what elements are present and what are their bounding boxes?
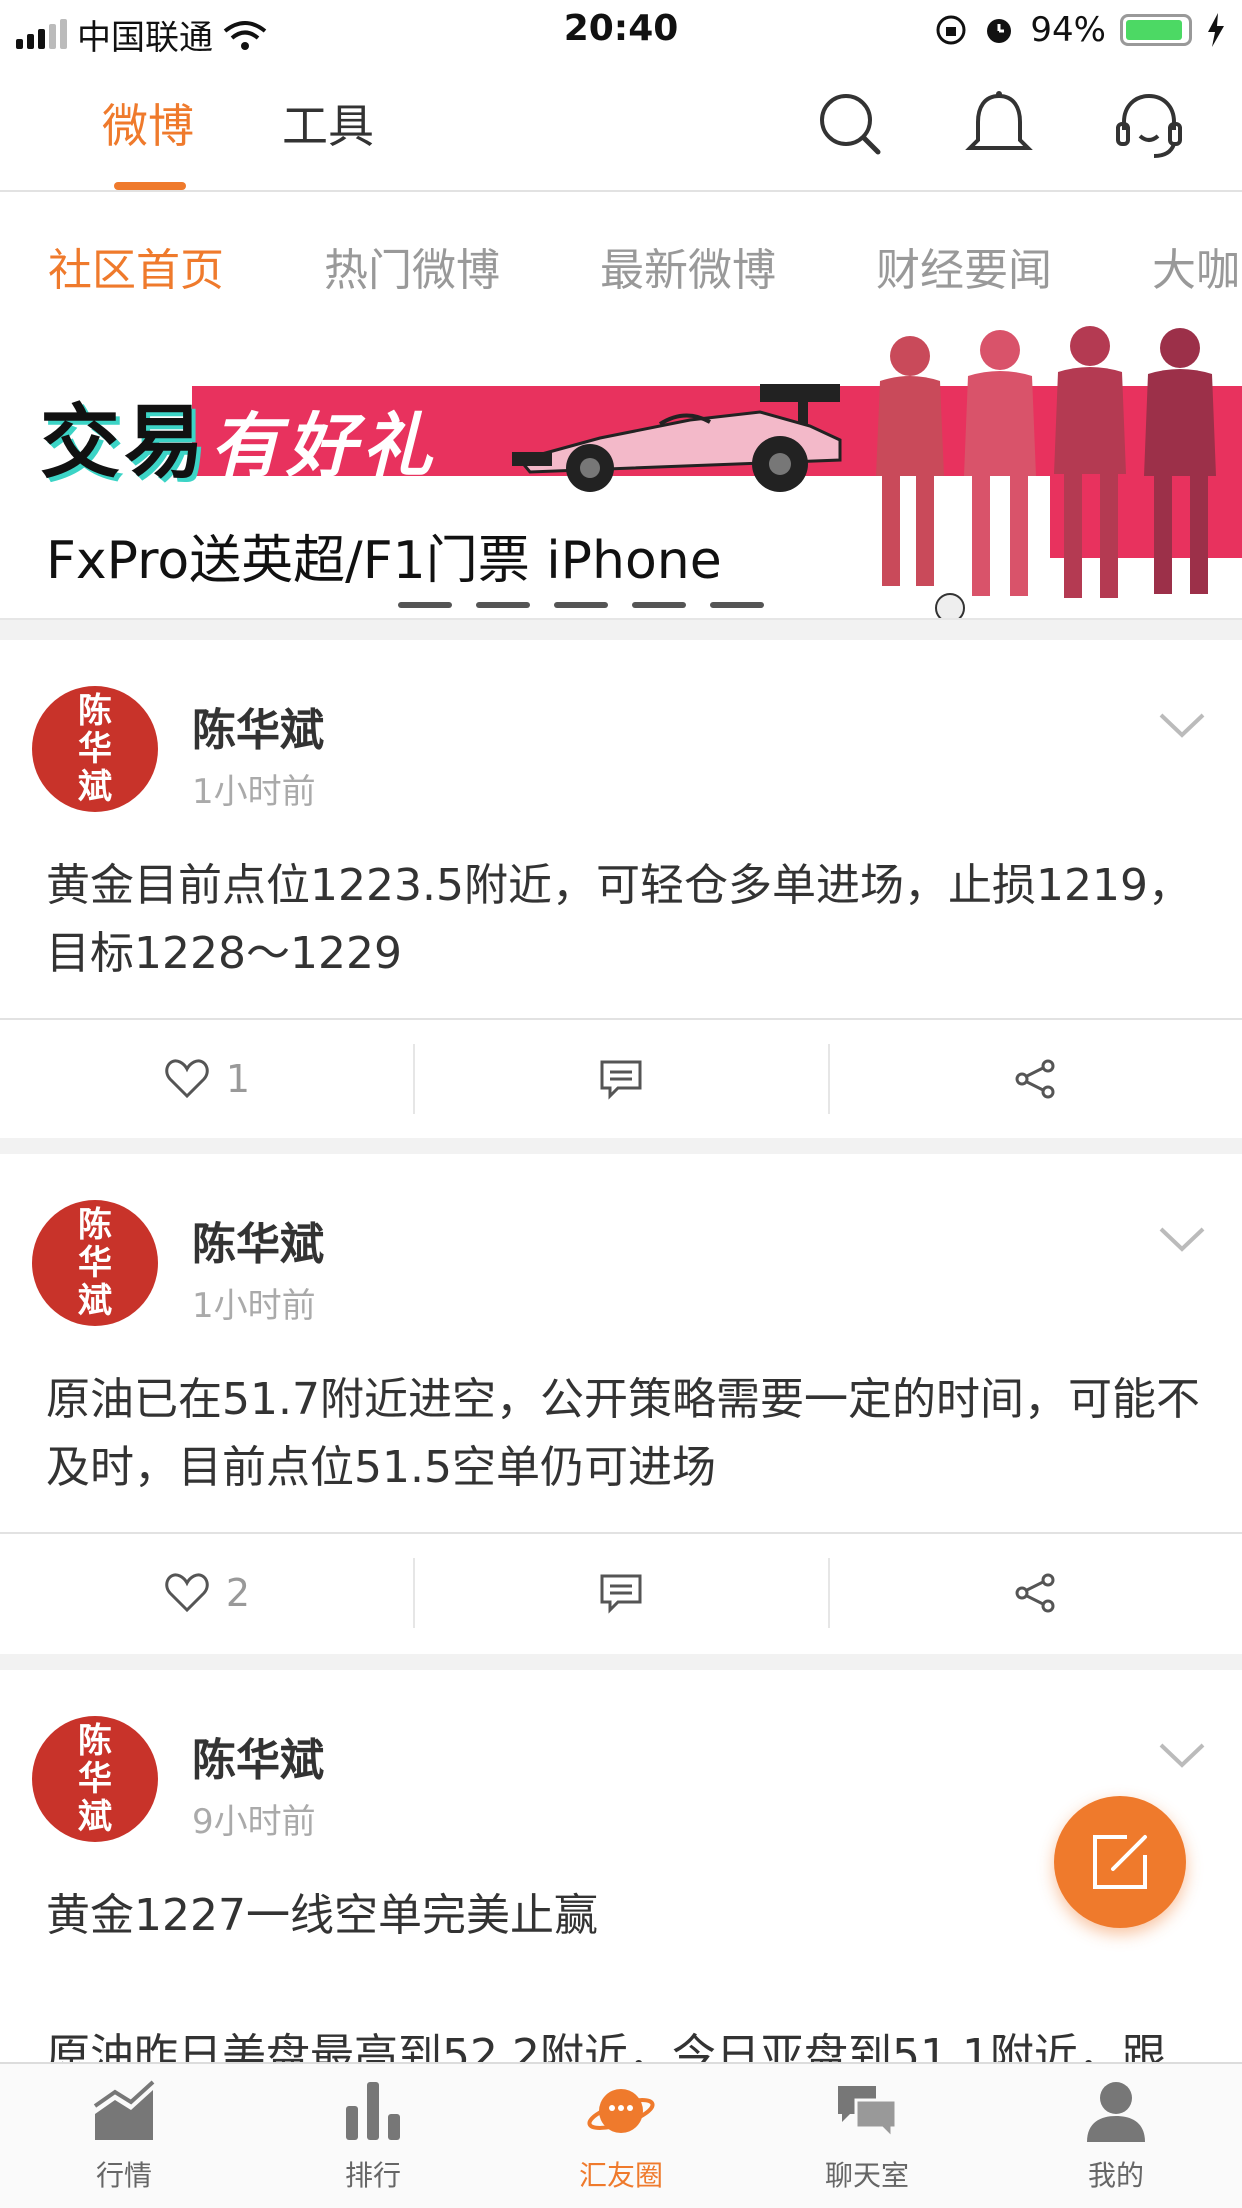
tab-weibo[interactable]: 微博 [102, 90, 194, 156]
chevron-down-icon[interactable] [1158, 710, 1206, 740]
chevron-down-icon[interactable] [1158, 1224, 1206, 1254]
banner-caption: FxPro送英超/F1门票 iPhone [46, 531, 722, 591]
promo-banner[interactable]: 交易 有好礼 FxPro送英超/F1门票 iPhone [0, 318, 1242, 620]
tabbar-label: 我的 [1087, 2159, 1144, 2192]
subtab-hot-weibo[interactable]: 热门微博 [324, 234, 500, 298]
battery-percent: 94% [1030, 10, 1106, 50]
post-content: 黄金目前点位1223.5附近，可轻仓多单进场，止损1219，目标1228～122… [46, 860, 1192, 979]
status-bar: 中国联通 20:40 94% [0, 0, 1242, 60]
section-gap [0, 1138, 1242, 1154]
tabbar-label: 汇友圈 [578, 2159, 663, 2192]
comment-icon [600, 1574, 642, 1614]
tab-tools[interactable]: 工具 [282, 90, 374, 156]
avatar-text: 陈华斌 [78, 691, 112, 807]
carousel-dot[interactable] [398, 602, 452, 608]
top-nav: 微博 工具 [0, 60, 1242, 192]
tabbar-label: 聊天室 [824, 2159, 909, 2192]
post-card[interactable]: 陈华斌 陈华斌 1小时前 黄金目前点位1223.5附近，可轻仓多单进场，止损12… [0, 640, 1242, 1138]
post-author[interactable]: 陈华斌 [192, 1208, 324, 1272]
post-actions: 2 [0, 1534, 1242, 1652]
sub-tabs: 社区首页 热门微博 最新微博 财经要闻 大咖 [0, 194, 1242, 314]
comment-button[interactable] [414, 1534, 828, 1652]
banner-logo: 交易 [40, 396, 208, 489]
tabbar-label: 排行 [344, 2159, 401, 2192]
active-tab-indicator [114, 182, 186, 190]
subtab-big-shots[interactable]: 大咖 [1152, 234, 1240, 298]
post-card[interactable]: 陈华斌 陈华斌 1小时前 原油已在51.7附近进空，公开策略需要一定的时间，可能… [0, 1154, 1242, 1654]
avatar-text: 陈华斌 [78, 1721, 112, 1837]
alarm-icon [987, 19, 1012, 43]
post-actions: 1 [0, 1020, 1242, 1138]
post-time: 1小时前 [192, 772, 316, 812]
ranking-bars-icon [346, 2082, 400, 2140]
like-button[interactable]: 1 [0, 1020, 414, 1138]
subtab-latest-weibo[interactable]: 最新微博 [600, 234, 776, 298]
carousel-dot[interactable] [554, 602, 608, 608]
comment-icon [600, 1060, 642, 1100]
post-time: 1小时前 [192, 1286, 316, 1326]
section-gap [0, 1654, 1242, 1670]
bell-icon[interactable] [964, 90, 1034, 160]
post-content: 黄金1227一线空单完美止赢 [46, 1890, 598, 1941]
avatar[interactable]: 陈华斌 [32, 1716, 158, 1842]
tabbar-item-forex-circle[interactable]: 汇友圈 [541, 2076, 701, 2206]
search-icon[interactable] [816, 90, 886, 160]
carousel-dot[interactable] [632, 602, 686, 608]
football-players-illustration [876, 326, 1216, 618]
share-button[interactable] [828, 1020, 1242, 1138]
heart-icon [165, 1059, 209, 1099]
tabbar-item-market[interactable]: 行情 [44, 2076, 204, 2206]
avatar[interactable]: 陈华斌 [32, 686, 158, 812]
compose-button[interactable] [1054, 1796, 1186, 1928]
share-button[interactable] [828, 1534, 1242, 1652]
share-icon [1015, 1059, 1055, 1099]
heart-icon [165, 1573, 209, 1613]
like-count: 2 [225, 1571, 251, 1615]
share-icon [1015, 1573, 1055, 1613]
charging-icon [1208, 13, 1224, 47]
tabbar-label: 行情 [95, 2159, 152, 2192]
banner-slogan: 有好礼 [210, 405, 438, 487]
tabbar-item-profile[interactable]: 我的 [1036, 2076, 1196, 2206]
status-right: 94% [934, 10, 1226, 50]
post-content-continued: 原油昨日美盘最高到52.2附近，今日亚盘到51.1附近，跟 [46, 2030, 1166, 2062]
market-chart-icon [93, 2080, 155, 2140]
carousel-dots[interactable] [398, 602, 764, 608]
tabbar-item-ranking[interactable]: 排行 [293, 2076, 453, 2206]
post-author[interactable]: 陈华斌 [192, 694, 324, 758]
customer-service-icon[interactable] [1114, 90, 1184, 160]
carousel-dot[interactable] [476, 602, 530, 608]
subtab-finance-news[interactable]: 财经要闻 [876, 234, 1052, 298]
like-button[interactable]: 2 [0, 1534, 414, 1652]
avatar[interactable]: 陈华斌 [32, 1200, 158, 1326]
battery-icon [1120, 14, 1192, 46]
tabbar-item-chatroom[interactable]: 聊天室 [787, 2076, 947, 2206]
race-car-illustration [512, 384, 842, 492]
post-author[interactable]: 陈华斌 [192, 1724, 324, 1788]
post-time: 9小时前 [192, 1802, 316, 1842]
chevron-down-icon[interactable] [1158, 1740, 1206, 1770]
rotation-lock-icon [936, 15, 966, 45]
edit-icon [1093, 1835, 1147, 1889]
chat-room-icon [838, 2086, 898, 2142]
user-profile-icon [1087, 2082, 1145, 2142]
planet-chat-icon [587, 2089, 655, 2133]
avatar-text: 陈华斌 [78, 1205, 112, 1321]
comment-button[interactable] [414, 1020, 828, 1138]
post-content: 原油已在51.7附近进空，公开策略需要一定的时间，可能不及时，目前点位51.5空… [46, 1374, 1200, 1493]
bottom-tab-bar: 行情 排行 汇友圈 聊天室 我的 [0, 2062, 1242, 2208]
like-count: 1 [225, 1057, 251, 1101]
subtab-community-home[interactable]: 社区首页 [48, 234, 224, 298]
carousel-dot[interactable] [710, 602, 764, 608]
section-gap [0, 620, 1242, 640]
